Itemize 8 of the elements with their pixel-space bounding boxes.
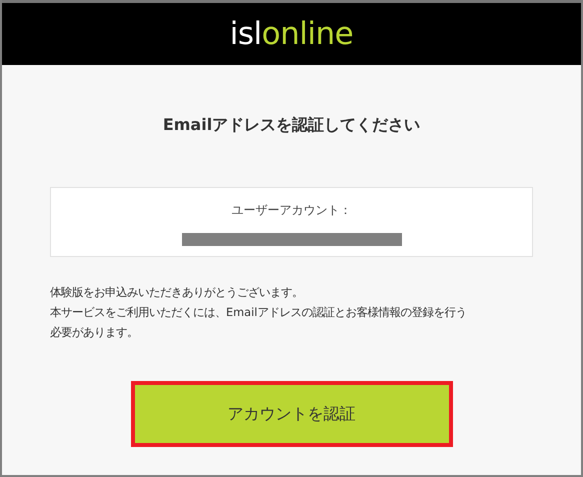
page-title: Emailアドレスを認証してください	[162, 114, 422, 136]
message-text: 体験版をお申込みいただきありがとうございます。	[50, 285, 304, 301]
logo-text: isl	[230, 16, 262, 52]
verify-account-button[interactable]: アカウントを認証	[130, 381, 452, 447]
message-text: 必要があります。	[50, 325, 139, 341]
message-text: 本サービスをご利用いただくには、Emailアドレスの認証とお客様情報の登録を行う	[50, 305, 468, 321]
logo-text: online	[262, 16, 354, 52]
account-label: ユーザーアカウント：	[232, 202, 352, 218]
